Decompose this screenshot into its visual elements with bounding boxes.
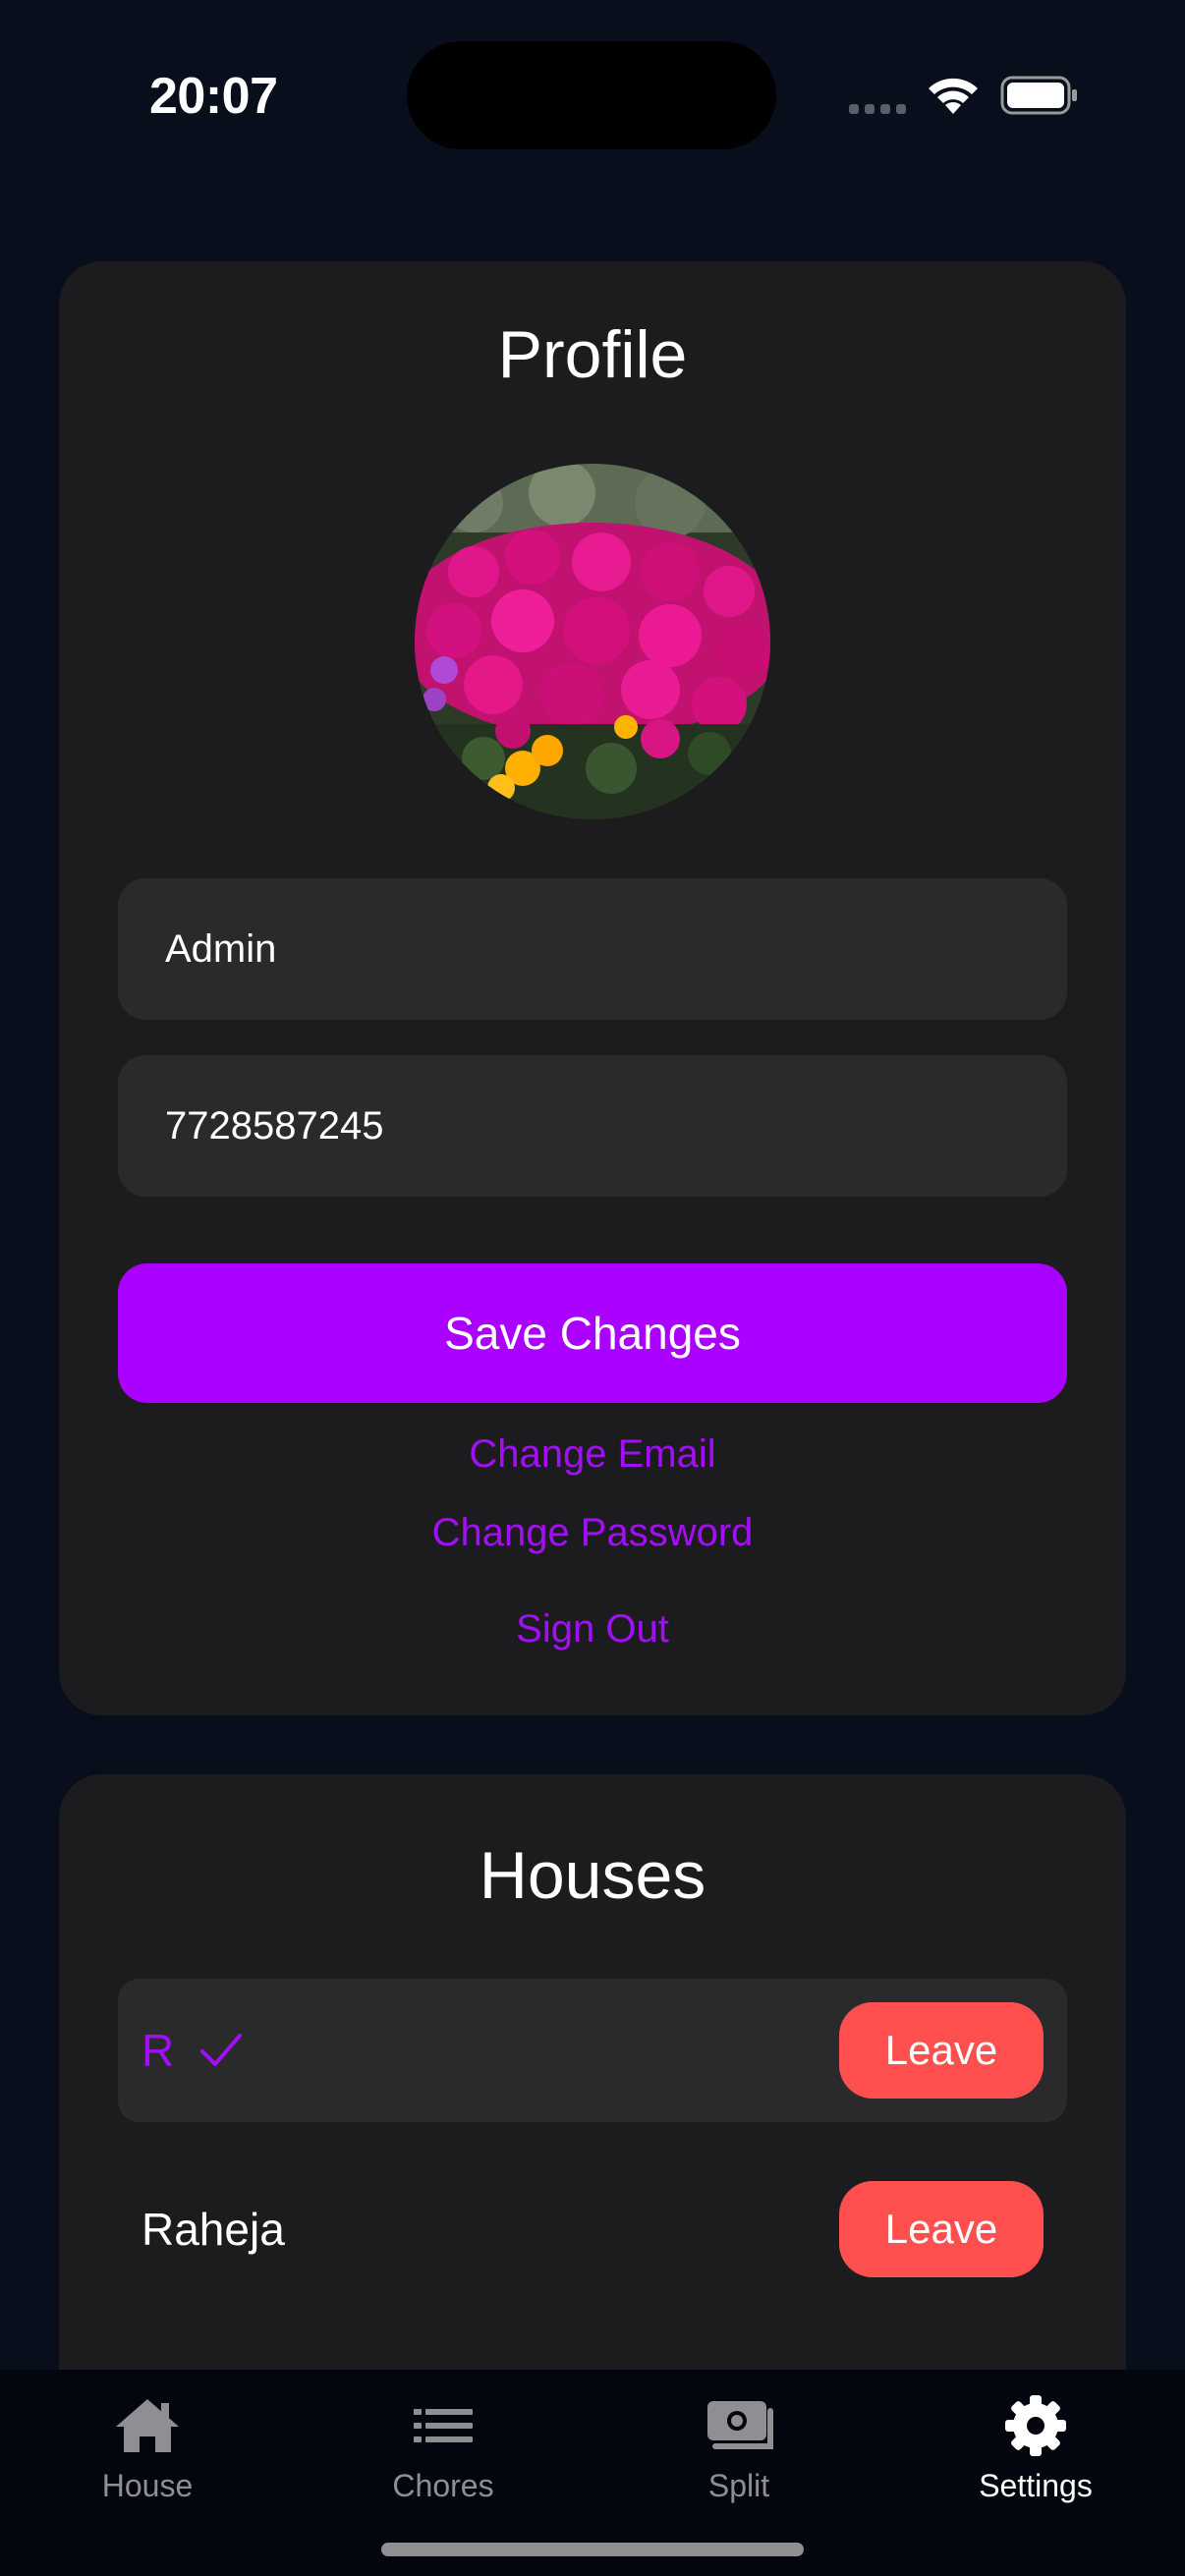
phone-field[interactable]: 7728587245 <box>118 1055 1067 1197</box>
leave-house-button[interactable]: Leave <box>839 2002 1044 2099</box>
tab-chores[interactable]: Chores <box>345 2393 541 2504</box>
phone-field-value: 7728587245 <box>165 1103 384 1148</box>
battery-icon <box>1000 76 1077 115</box>
house-name: R <box>141 2025 175 2076</box>
tab-settings-label: Settings <box>979 2468 1093 2503</box>
profile-avatar[interactable] <box>415 464 770 819</box>
checkmark-icon <box>200 2034 243 2066</box>
gear-icon <box>1005 2395 1066 2456</box>
dynamic-island <box>407 41 776 149</box>
tab-settings[interactable]: Settings <box>937 2393 1134 2504</box>
change-password-link[interactable]: Change Password <box>59 1511 1126 1555</box>
cellular-signal-icon <box>849 104 906 114</box>
home-indicator <box>381 2543 804 2556</box>
tab-split[interactable]: Split <box>641 2393 837 2504</box>
house-row-selected[interactable]: R Leave <box>118 1979 1067 2122</box>
flower-photo-icon <box>415 464 770 819</box>
tab-bar: House Chores Split Settings <box>0 2370 1185 2576</box>
tab-split-label: Split <box>707 2468 770 2503</box>
status-bar: 20:07 <box>0 0 1185 187</box>
name-field-value: Admin <box>165 926 277 971</box>
settings-screen: 20:07 Profile Admin 7728587245 Save Chan… <box>0 0 1185 2576</box>
save-changes-button[interactable]: Save Changes <box>118 1263 1067 1403</box>
tab-house-label: House <box>101 2468 194 2503</box>
house-icon <box>116 2399 179 2452</box>
tab-chores-label: Chores <box>392 2468 494 2503</box>
houses-title: Houses <box>479 1838 706 1913</box>
house-name: Raheja <box>141 2204 285 2255</box>
wifi-icon <box>929 78 978 114</box>
house-row[interactable]: Raheja Leave <box>118 2157 1067 2301</box>
name-field[interactable]: Admin <box>118 878 1067 1020</box>
money-icon <box>707 2401 773 2449</box>
status-time: 20:07 <box>149 68 278 125</box>
change-email-link[interactable]: Change Email <box>59 1432 1126 1477</box>
leave-house-button[interactable]: Leave <box>839 2181 1044 2277</box>
list-icon <box>414 2409 473 2442</box>
profile-title: Profile <box>497 317 688 392</box>
sign-out-link[interactable]: Sign Out <box>59 1607 1126 1652</box>
profile-card: Profile Admin 7728587245 Save Changes Ch… <box>59 261 1126 1715</box>
tab-house[interactable]: House <box>49 2393 246 2504</box>
